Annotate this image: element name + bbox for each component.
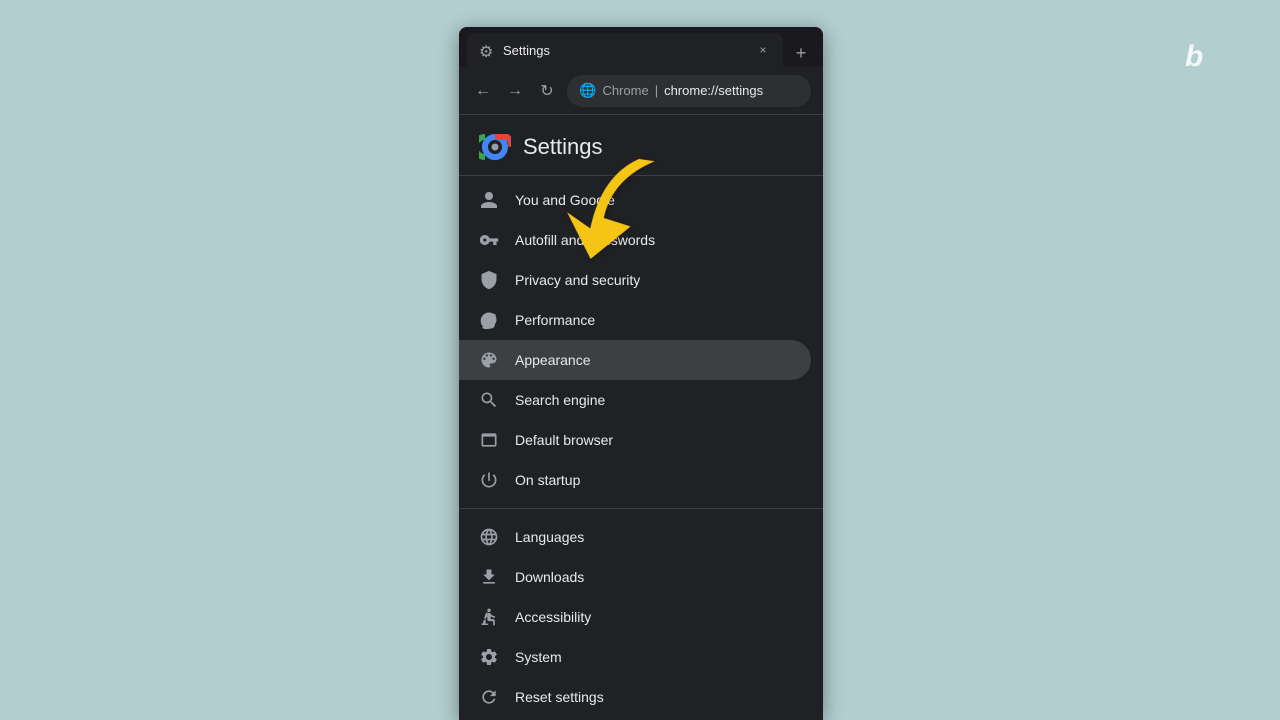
sidebar-item-languages[interactable]: Languages xyxy=(459,517,823,557)
sidebar-item-label: Reset settings xyxy=(515,689,604,705)
sidebar-item-reset-settings[interactable]: Reset settings xyxy=(459,677,823,717)
forward-button[interactable]: → xyxy=(503,79,527,103)
chrome-logo-icon xyxy=(479,131,511,163)
sidebar-item-label: Default browser xyxy=(515,432,613,448)
settings-content: Settings You and Google Autofill and pas… xyxy=(459,115,823,720)
nav-section-main: You and Google Autofill and passwords Pr… xyxy=(459,176,823,504)
sidebar-item-label: System xyxy=(515,649,562,665)
url-protocol: Chrome xyxy=(602,83,648,98)
sidebar-item-on-startup[interactable]: On startup xyxy=(459,460,823,500)
sidebar-item-label: On startup xyxy=(515,472,580,488)
sidebar-item-label: Languages xyxy=(515,529,584,545)
person-icon xyxy=(479,190,499,210)
tab-title: Settings xyxy=(503,43,747,58)
back-button[interactable]: ← xyxy=(471,79,495,103)
sidebar-item-accessibility[interactable]: Accessibility xyxy=(459,597,823,637)
address-bar: ← → ↻ 🌐 Chrome | chrome://settings xyxy=(459,67,823,115)
sidebar-item-default-browser[interactable]: Default browser xyxy=(459,420,823,460)
sidebar-item-label: Downloads xyxy=(515,569,584,585)
sidebar-item-autofill[interactable]: Autofill and passwords xyxy=(459,220,823,260)
search-icon xyxy=(479,390,499,410)
url-path: chrome://settings xyxy=(664,83,763,98)
sidebar-item-downloads[interactable]: Downloads xyxy=(459,557,823,597)
sidebar-item-performance[interactable]: Performance xyxy=(459,300,823,340)
tab-close-button[interactable]: × xyxy=(755,42,771,58)
bing-logo-text: b xyxy=(1185,40,1202,73)
sidebar-item-system[interactable]: System xyxy=(459,637,823,677)
bing-logo: b xyxy=(1185,40,1225,80)
reload-button[interactable]: ↻ xyxy=(535,79,559,103)
sidebar-item-label: Appearance xyxy=(515,352,591,368)
site-security-icon: 🌐 xyxy=(579,82,596,99)
sidebar-item-appearance[interactable]: Appearance xyxy=(459,340,811,380)
tab-bar: ⚙ Settings × + xyxy=(459,27,823,67)
sidebar-item-label: Performance xyxy=(515,312,595,328)
shield-icon xyxy=(479,270,499,290)
globe-icon xyxy=(479,527,499,547)
settings-header: Settings xyxy=(459,115,823,176)
power-icon xyxy=(479,470,499,490)
url-separator: | xyxy=(655,83,658,98)
sidebar-item-label: Autofill and passwords xyxy=(515,232,655,248)
sidebar-item-search-engine[interactable]: Search engine xyxy=(459,380,823,420)
sidebar-item-label: Accessibility xyxy=(515,609,591,625)
url-bar[interactable]: 🌐 Chrome | chrome://settings xyxy=(567,75,811,107)
nav-section-advanced: Languages Downloads Accessibility xyxy=(459,513,823,720)
browser-icon xyxy=(479,430,499,450)
sidebar-item-you-and-google[interactable]: You and Google xyxy=(459,180,823,220)
sidebar-item-label: You and Google xyxy=(515,192,615,208)
reset-icon xyxy=(479,687,499,707)
sidebar-item-label: Search engine xyxy=(515,392,605,408)
browser-window: ⚙ Settings × + ← → ↻ 🌐 Chrome | chrome:/… xyxy=(459,27,823,720)
gauge-icon xyxy=(479,310,499,330)
key-icon xyxy=(479,230,499,250)
accessibility-icon xyxy=(479,607,499,627)
nav-divider-1 xyxy=(459,508,823,509)
page-title: Settings xyxy=(523,134,603,160)
sidebar-item-privacy[interactable]: Privacy and security xyxy=(459,260,823,300)
download-icon xyxy=(479,567,499,587)
active-tab[interactable]: ⚙ Settings × xyxy=(467,33,783,67)
new-tab-button[interactable]: + xyxy=(787,39,815,67)
palette-icon xyxy=(479,350,499,370)
settings-icon xyxy=(479,647,499,667)
tab-favicon-icon: ⚙ xyxy=(479,42,495,58)
sidebar-item-label: Privacy and security xyxy=(515,272,640,288)
